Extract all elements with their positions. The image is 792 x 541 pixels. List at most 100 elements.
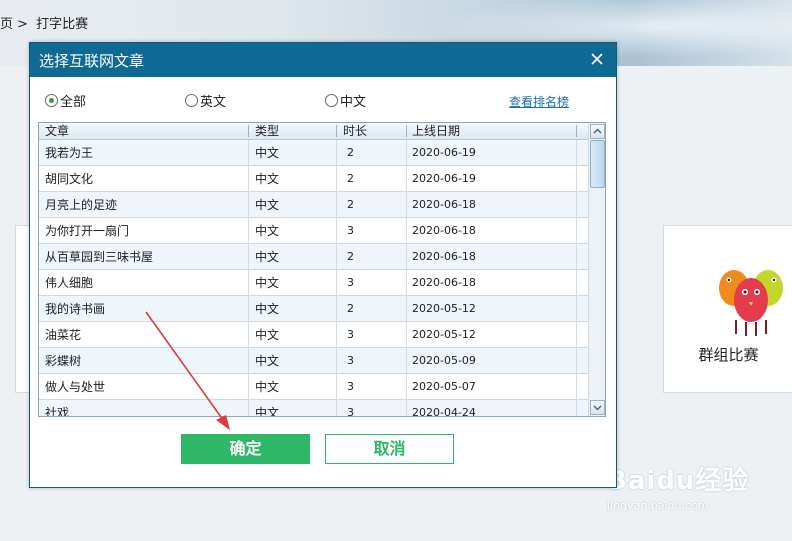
filter-english-radio[interactable]: 英文 xyxy=(185,91,226,110)
article-date-cell: 2020-06-18 xyxy=(412,198,476,211)
article-date-cell: 2020-04-24 xyxy=(412,406,476,417)
close-icon[interactable] xyxy=(587,49,607,69)
dialog-title: 选择互联网文章 xyxy=(39,52,145,70)
cancel-button[interactable]: 取消 xyxy=(325,434,454,464)
table-row[interactable]: 为你打开一扇门 中文 3 2020-06-18 xyxy=(39,218,588,244)
article-type-cell: 中文 xyxy=(255,302,280,316)
column-gridline xyxy=(576,270,577,295)
article-title-cell: 彩蝶树 xyxy=(45,354,82,368)
article-date-cell: 2020-05-12 xyxy=(412,302,476,315)
chevron-down-icon xyxy=(593,405,602,411)
column-gridline xyxy=(248,322,249,347)
column-gridline xyxy=(336,374,337,399)
group-match-card[interactable]: 群组比赛 xyxy=(663,225,792,393)
table-row[interactable]: 油菜花 中文 3 2020-05-12 xyxy=(39,322,588,348)
filter-chinese-radio[interactable]: 中文 xyxy=(325,91,366,110)
filter-all-radio[interactable]: 全部 xyxy=(45,91,86,110)
column-header-type[interactable]: 类型 xyxy=(255,124,279,139)
view-ranking-link[interactable]: 查看排名榜 xyxy=(509,93,569,110)
radio-unchecked-icon xyxy=(185,94,198,107)
column-gridline xyxy=(406,348,407,373)
table-row[interactable]: 彩蝶树 中文 3 2020-05-09 xyxy=(39,348,588,374)
column-gridline xyxy=(576,348,577,373)
watermark: Baidu经验 jingyan.baidu.com xyxy=(607,460,757,526)
article-duration-cell: 3 xyxy=(347,380,354,393)
table-row[interactable]: 胡同文化 中文 2 2020-06-19 xyxy=(39,166,588,192)
column-divider[interactable] xyxy=(336,125,337,137)
mascot-icon xyxy=(719,270,783,336)
column-gridline xyxy=(248,270,249,295)
column-gridline xyxy=(406,322,407,347)
scroll-thumb[interactable] xyxy=(590,140,605,188)
column-gridline xyxy=(406,218,407,243)
article-duration-cell: 2 xyxy=(347,302,354,315)
breadcrumb: 页 > 打字比赛 xyxy=(0,13,92,32)
article-date-cell: 2020-05-07 xyxy=(412,380,476,393)
article-type-cell: 中文 xyxy=(255,354,280,368)
column-gridline xyxy=(576,166,577,191)
column-divider[interactable] xyxy=(406,125,407,137)
filter-english-label: 英文 xyxy=(200,95,227,110)
column-header-duration[interactable]: 时长 xyxy=(343,124,367,139)
table-row[interactable]: 伟人细胞 中文 3 2020-06-18 xyxy=(39,270,588,296)
column-gridline xyxy=(248,374,249,399)
scroll-down-button[interactable] xyxy=(590,400,605,415)
table-row[interactable]: 月亮上的足迹 中文 2 2020-06-18 xyxy=(39,192,588,218)
column-gridline xyxy=(336,322,337,347)
table-row[interactable]: 社戏 中文 3 2020-04-24 xyxy=(39,400,588,417)
column-gridline xyxy=(248,400,249,416)
article-title-cell: 为你打开一扇门 xyxy=(45,224,130,238)
article-type-cell: 中文 xyxy=(255,198,280,212)
article-type-cell: 中文 xyxy=(255,224,280,238)
article-duration-cell: 2 xyxy=(347,146,354,159)
column-divider[interactable] xyxy=(248,125,249,137)
scroll-up-button[interactable] xyxy=(590,124,605,139)
article-title-cell: 做人与处世 xyxy=(45,380,106,394)
article-date-cell: 2020-05-12 xyxy=(412,328,476,341)
column-gridline xyxy=(336,400,337,416)
column-gridline xyxy=(336,166,337,191)
table-row[interactable]: 我的诗书画 中文 2 2020-05-12 xyxy=(39,296,588,322)
radio-unchecked-icon xyxy=(325,94,338,107)
table-row[interactable]: 做人与处世 中文 3 2020-05-07 xyxy=(39,374,588,400)
article-list[interactable]: 文章 类型 时长 上线日期 我若为王 中文 2 2020-06-19 胡同文化 中文 2 20… xyxy=(38,122,606,417)
article-title-cell: 月亮上的足迹 xyxy=(45,198,118,212)
column-gridline xyxy=(248,140,249,165)
list-scrollbar[interactable] xyxy=(588,123,605,416)
dialog-titlebar[interactable]: 选择互联网文章 xyxy=(30,43,616,77)
column-header-title[interactable]: 文章 xyxy=(45,124,69,139)
radio-checked-icon xyxy=(45,94,58,107)
article-date-cell: 2020-06-18 xyxy=(412,250,476,263)
column-gridline xyxy=(576,140,577,165)
column-gridline xyxy=(248,192,249,217)
column-gridline xyxy=(576,400,577,416)
article-duration-cell: 3 xyxy=(347,276,354,289)
column-gridline xyxy=(576,192,577,217)
column-gridline xyxy=(336,244,337,269)
column-gridline xyxy=(406,270,407,295)
article-type-cell: 中文 xyxy=(255,276,280,290)
column-gridline xyxy=(336,348,337,373)
article-type-cell: 中文 xyxy=(255,146,280,160)
column-gridline xyxy=(336,296,337,321)
article-title-cell: 社戏 xyxy=(45,406,70,417)
column-gridline xyxy=(576,296,577,321)
column-header-date[interactable]: 上线日期 xyxy=(412,124,460,139)
article-title-cell: 油菜花 xyxy=(45,328,82,342)
breadcrumb-home[interactable]: 页 xyxy=(0,17,13,32)
filter-all-label: 全部 xyxy=(60,95,87,110)
article-title-cell: 我的诗书画 xyxy=(45,302,106,316)
filter-radio-group: 全部 英文 中文 查看排名榜 xyxy=(30,89,616,110)
article-type-cell: 中文 xyxy=(255,172,280,186)
table-row[interactable]: 从百草园到三味书屋 中文 2 2020-06-18 xyxy=(39,244,588,270)
column-gridline xyxy=(336,192,337,217)
table-row[interactable]: 我若为王 中文 2 2020-06-19 xyxy=(39,140,588,166)
article-duration-cell: 3 xyxy=(347,328,354,341)
article-rows: 我若为王 中文 2 2020-06-19 胡同文化 中文 2 2020-06-19 月亮上的足迹… xyxy=(39,140,588,417)
ok-button[interactable]: 确定 xyxy=(181,434,310,464)
article-duration-cell: 3 xyxy=(347,406,354,417)
article-date-cell: 2020-06-18 xyxy=(412,276,476,289)
column-divider[interactable] xyxy=(576,125,577,137)
article-title-cell: 伟人细胞 xyxy=(45,276,94,290)
column-gridline xyxy=(336,140,337,165)
